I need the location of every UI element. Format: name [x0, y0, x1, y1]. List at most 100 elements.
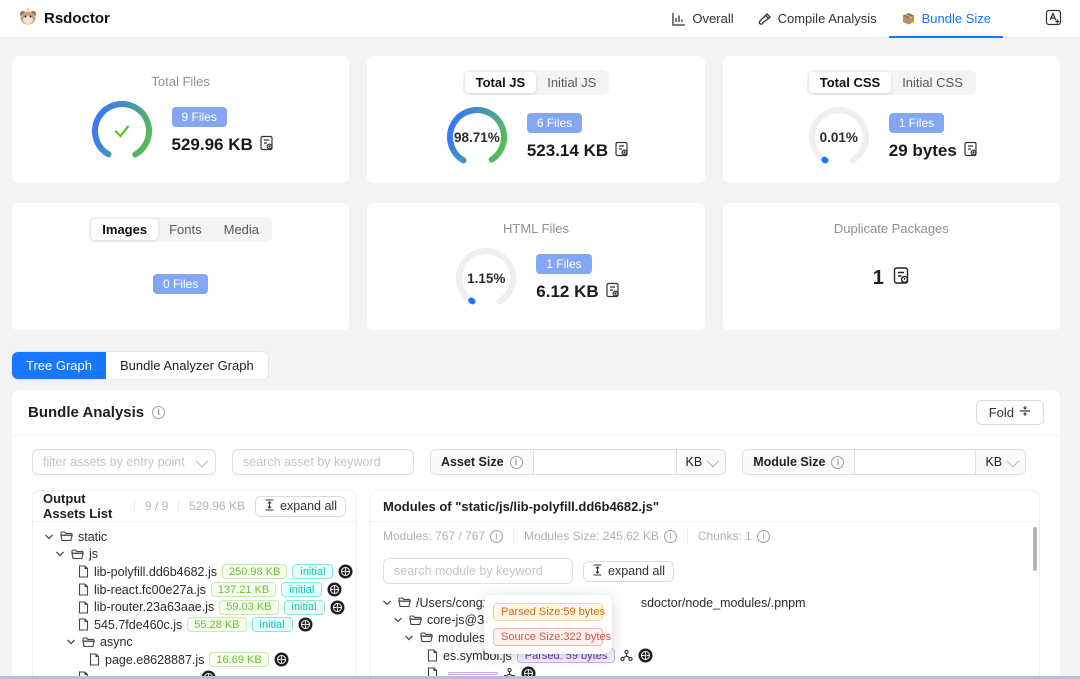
file-report-icon[interactable] — [259, 135, 274, 156]
total-size-value: 529.96 KB — [172, 135, 253, 155]
section-title: Bundle Analysis — [28, 404, 144, 421]
filter-toolbar: filter assets by entry point Asset Size … — [32, 449, 1040, 475]
tab-initial-js[interactable]: Initial JS — [536, 72, 607, 93]
file-report-icon[interactable] — [963, 141, 978, 162]
asset-size-filter: Asset Size i KB — [430, 449, 726, 475]
expand-all-assets-button[interactable]: expand all — [255, 496, 346, 517]
file-report-icon[interactable] — [614, 141, 629, 162]
info-icon[interactable]: i — [664, 530, 677, 543]
language-switch-button[interactable] — [1045, 9, 1062, 29]
module-size-filter: Module Size i KB — [742, 449, 1026, 475]
file-warning-icon[interactable] — [892, 266, 910, 291]
module-keyword-input[interactable] — [394, 564, 562, 578]
module-wheel-icon[interactable] — [638, 648, 653, 663]
brand[interactable]: Rsdoctor — [18, 7, 110, 31]
brand-name: Rsdoctor — [44, 10, 110, 27]
file-report-icon[interactable] — [605, 282, 620, 303]
module-size-unit-select[interactable]: KB — [975, 450, 1025, 474]
module-size-input[interactable] — [863, 455, 967, 470]
size-tooltip: Parsed Size:59 bytes Source Size:322 byt… — [484, 595, 612, 654]
nav-overall[interactable]: Overall — [660, 0, 745, 38]
caret-down-icon[interactable] — [65, 637, 77, 647]
tree-row[interactable]: modules Parsed:141.36 KB — [371, 629, 1039, 647]
card-css: Total CSS Initial CSS 0.01% 1 Files 29 b… — [723, 56, 1060, 183]
module-wheel-icon[interactable] — [327, 582, 342, 597]
assets-tree: static js lib-polyfill.dd6b4682.js 250.9… — [33, 522, 356, 679]
info-icon[interactable]: i — [757, 530, 770, 543]
module-graph-icon[interactable] — [620, 649, 633, 662]
parsed-size-badge: Parsed Size:59 bytes — [493, 603, 603, 621]
expand-all-modules-button[interactable]: expand all — [583, 561, 674, 582]
modules-panel: Modules of "static/js/lib-polyfill.dd6b4… — [370, 490, 1040, 679]
tab-initial-css[interactable]: Initial CSS — [891, 72, 974, 93]
top-navbar: Rsdoctor Overall Compile Analysis Bundle… — [0, 0, 1080, 38]
nav-bundle-size[interactable]: Bundle Size — [889, 0, 1003, 38]
asset-size-input[interactable] — [542, 455, 668, 470]
vertical-scrollbar[interactable] — [1033, 527, 1037, 571]
nav-compile-analysis[interactable]: Compile Analysis — [746, 0, 889, 38]
info-icon[interactable]: i — [152, 406, 165, 419]
asset-keyword-search[interactable] — [232, 449, 414, 475]
tab-bundle-analyzer-graph[interactable]: Bundle Analyzer Graph — [106, 352, 268, 379]
file-icon — [427, 649, 438, 662]
tree-row[interactable]: es.symbol.js Parsed: 59 bytes — [371, 647, 1039, 665]
chevron-down-icon — [196, 454, 209, 467]
media-tabs: Images Fonts Media — [89, 217, 272, 242]
chevron-down-icon — [707, 454, 720, 467]
folder-icon — [409, 615, 422, 626]
file-icon — [78, 601, 89, 614]
tab-total-css[interactable]: Total CSS — [809, 72, 891, 93]
card-html: HTML Files 1.15% 1 Files 6.12 KB — [367, 203, 704, 330]
folder-icon — [82, 637, 95, 648]
tab-tree-graph[interactable]: Tree Graph — [12, 352, 106, 379]
tab-total-js[interactable]: Total JS — [465, 72, 537, 93]
check-icon — [88, 97, 156, 165]
tree-row[interactable]: lib-polyfill.dd6b4682.js 250.98 KB initi… — [33, 563, 356, 581]
output-assets-panel: Output Assets List 9 / 9 529.96 KB expan… — [32, 490, 357, 679]
css-percent: 0.01% — [805, 103, 873, 171]
tree-row[interactable]: lib-router.23a63aae.js 59.03 KB initial — [33, 598, 356, 616]
bar-chart-icon — [672, 12, 686, 26]
caret-down-icon[interactable] — [392, 615, 404, 625]
module-wheel-icon[interactable] — [274, 652, 289, 667]
graph-view-tabs: Tree Graph Bundle Analyzer Graph — [12, 352, 268, 379]
module-wheel-icon[interactable] — [338, 564, 353, 579]
info-icon[interactable]: i — [490, 530, 503, 543]
js-percent: 98.71% — [443, 103, 511, 171]
tree-row[interactable]: lib-react.fc00e27a.js 137.21 KB initial — [33, 581, 356, 599]
wrench-icon — [758, 12, 772, 26]
module-wheel-icon[interactable] — [330, 600, 345, 615]
tree-row[interactable]: page.e8628887.js 16.69 KB — [33, 651, 356, 669]
tree-row[interactable]: js — [33, 546, 356, 564]
tab-images[interactable]: Images — [91, 219, 158, 240]
tree-row[interactable]: 545.7fde460c.js 55.28 KB initial — [33, 616, 356, 634]
card-duplicate-packages: Duplicate Packages 1 — [723, 203, 1060, 330]
tab-fonts[interactable]: Fonts — [158, 219, 213, 240]
fold-button[interactable]: Fold — [976, 400, 1044, 425]
size-badge: 250.98 KB — [222, 564, 287, 579]
caret-down-icon[interactable] — [403, 633, 415, 643]
tree-row[interactable]: async — [33, 634, 356, 652]
info-icon[interactable]: i — [831, 456, 844, 469]
assets-total-size: 529.96 KB — [189, 499, 245, 513]
info-icon[interactable]: i — [510, 456, 523, 469]
tree-row[interactable]: /Users/congzhe sdoctor/node_modules/.pnp… — [371, 594, 1039, 612]
folder-icon — [60, 531, 73, 542]
asset-keyword-input[interactable] — [243, 455, 403, 469]
column-height-icon — [264, 499, 275, 514]
tree-row[interactable]: static — [33, 528, 356, 546]
caret-down-icon[interactable] — [43, 532, 55, 542]
tab-media[interactable]: Media — [213, 219, 270, 240]
caret-down-icon[interactable] — [381, 598, 393, 608]
entry-point-select[interactable]: filter assets by entry point — [32, 449, 216, 475]
assets-count: 9 / 9 — [145, 499, 168, 513]
files-count-badge: 0 Files — [153, 274, 208, 294]
summary-cards: Total Files 9 Files 529.96 KB — [12, 56, 1060, 330]
asset-size-unit-select[interactable]: KB — [676, 450, 726, 474]
chunks-count: Chunks: 1 — [698, 529, 752, 543]
module-keyword-search[interactable] — [383, 558, 573, 584]
tree-row[interactable]: core-js@3.32 — [371, 612, 1039, 630]
caret-down-icon[interactable] — [54, 549, 66, 559]
files-count-badge: 6 Files — [527, 113, 582, 133]
module-wheel-icon[interactable] — [298, 617, 313, 632]
